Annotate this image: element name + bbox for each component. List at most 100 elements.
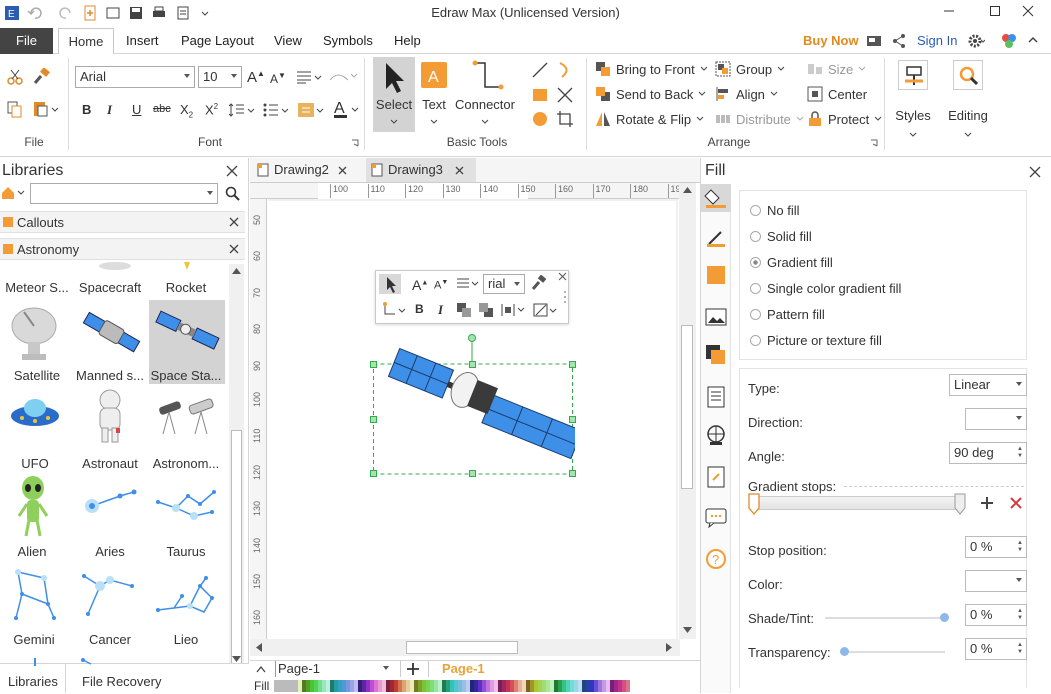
angle-stepper[interactable]: 90 deg ▲ ▼: [949, 442, 1027, 464]
side-shadow-icon[interactable]: [705, 264, 727, 286]
home-library-icon[interactable]: [0, 185, 28, 201]
taurus-constellation-shape[interactable]: [154, 484, 218, 524]
palette-swatch[interactable]: [582, 680, 586, 692]
bold-icon[interactable]: B: [82, 102, 91, 117]
palette-swatch[interactable]: [494, 680, 498, 692]
subscript-icon[interactable]: X2: [180, 102, 193, 120]
palette-swatch[interactable]: [434, 680, 438, 692]
palette-swatch[interactable]: [474, 680, 478, 692]
resize-handle[interactable]: [370, 470, 377, 477]
library-scroll-thumb[interactable]: [231, 430, 242, 665]
buy-now-link[interactable]: Buy Now: [803, 28, 859, 54]
shape-label[interactable]: Manned s...: [69, 368, 151, 383]
palette-swatch[interactable]: [590, 680, 594, 692]
palette-swatch[interactable]: [370, 680, 374, 692]
palette-swatch[interactable]: [558, 680, 562, 692]
arc-tool-icon[interactable]: [556, 61, 574, 79]
canvas-hscroll-thumb[interactable]: [406, 641, 518, 654]
shape-label[interactable]: Meteor S...: [0, 280, 78, 295]
menu-page-layout[interactable]: Page Layout: [181, 28, 254, 54]
grow-font-icon[interactable]: A▲: [247, 69, 265, 86]
type-select[interactable]: Linear: [949, 374, 1027, 396]
palette-swatch[interactable]: [422, 680, 426, 692]
shape-label[interactable]: UFO: [0, 456, 76, 471]
mini-group-icon[interactable]: [456, 302, 472, 318]
astronomer-telescope-shape[interactable]: [155, 398, 219, 438]
bullets-icon[interactable]: [262, 101, 290, 119]
palette-swatch[interactable]: [490, 680, 494, 692]
canvas-horizontal-scrollbar[interactable]: [250, 639, 680, 656]
add-page-icon[interactable]: [406, 662, 420, 676]
palette-swatch[interactable]: [610, 680, 614, 692]
format-painter-icon[interactable]: [32, 68, 50, 86]
palette-swatch[interactable]: [430, 680, 434, 692]
menu-help[interactable]: Help: [394, 28, 421, 54]
bring-to-front-button[interactable]: Bring to Front: [595, 61, 708, 77]
mini-italic-icon[interactable]: I: [438, 302, 443, 318]
crop-tool-icon[interactable]: [556, 110, 574, 128]
cart-icon[interactable]: [866, 33, 882, 49]
superscript-icon[interactable]: X2: [205, 102, 218, 117]
mini-toolbar-grip-icon[interactable]: [563, 289, 567, 305]
palette-swatch[interactable]: [274, 680, 278, 692]
shape-label[interactable]: Rocket: [145, 280, 227, 295]
side-attachment-icon[interactable]: [705, 466, 727, 488]
palette-swatch[interactable]: [458, 680, 462, 692]
tab-drawing2[interactable]: Drawing2: [252, 158, 360, 182]
mini-grow-font-icon[interactable]: A▲: [412, 277, 428, 293]
mini-line-style-icon[interactable]: [532, 301, 558, 319]
palette-swatch[interactable]: [598, 680, 602, 692]
shape-label[interactable]: Space Sta...: [145, 368, 227, 383]
palette-swatch[interactable]: [530, 680, 534, 692]
remove-gradient-stop-icon[interactable]: [1009, 496, 1023, 510]
selected-satellite-shape[interactable]: [370, 333, 576, 477]
palette-swatch[interactable]: [622, 680, 626, 692]
cut-icon[interactable]: [6, 68, 24, 86]
gemini-constellation-shape[interactable]: [10, 568, 60, 622]
palette-swatch[interactable]: [570, 680, 574, 692]
palette-swatch[interactable]: [378, 680, 382, 692]
side-comment-icon[interactable]: [705, 506, 727, 528]
shape-label[interactable]: Satellite: [0, 368, 78, 383]
close-category-icon[interactable]: [229, 244, 239, 254]
align-button[interactable]: Align: [715, 86, 778, 102]
font-dialog-launcher-icon[interactable]: [351, 139, 359, 147]
size-button[interactable]: Size: [807, 61, 866, 77]
resize-handle[interactable]: [569, 361, 576, 368]
mini-align-icon[interactable]: [456, 277, 480, 291]
alien-shape[interactable]: [16, 476, 50, 538]
text-highlight-icon[interactable]: [297, 101, 325, 119]
palette-swatch[interactable]: [350, 680, 354, 692]
palette-swatch[interactable]: [394, 680, 398, 692]
palette-swatch[interactable]: [462, 680, 466, 692]
font-size-select[interactable]: 10: [198, 66, 242, 88]
library-search-input[interactable]: [30, 183, 218, 204]
library-scrollbar[interactable]: [229, 264, 244, 666]
palette-swatch[interactable]: [618, 680, 622, 692]
minimize-icon[interactable]: [926, 0, 972, 22]
gradient-stops-bar[interactable]: [750, 496, 960, 510]
side-page-icon[interactable]: [705, 386, 727, 408]
palette-swatch[interactable]: [450, 680, 454, 692]
menu-symbols[interactable]: Symbols: [323, 28, 373, 54]
leo-constellation-shape[interactable]: [154, 574, 218, 618]
ufo-shape[interactable]: [10, 394, 60, 434]
strikethrough-icon[interactable]: abc: [153, 103, 171, 115]
side-globe-icon[interactable]: [705, 424, 727, 446]
transparency-slider[interactable]: [840, 647, 945, 656]
palette-swatch[interactable]: [390, 680, 394, 692]
palette-swatch[interactable]: [602, 680, 606, 692]
mini-toolbar-close-icon[interactable]: [558, 272, 567, 281]
palette-swatch[interactable]: [534, 680, 538, 692]
crosshair-tool-icon[interactable]: [556, 86, 574, 104]
side-image-icon[interactable]: [705, 306, 727, 328]
mini-connector-icon[interactable]: [382, 301, 406, 319]
manned-spacecraft-shape[interactable]: [80, 306, 142, 360]
resize-handle[interactable]: [569, 470, 576, 477]
palette-swatch[interactable]: [346, 680, 350, 692]
color-palette-strip[interactable]: [274, 680, 630, 692]
palette-swatch[interactable]: [306, 680, 310, 692]
mini-font-select[interactable]: rial: [483, 274, 525, 294]
shrink-font-icon[interactable]: A▼: [270, 71, 286, 86]
palette-swatch[interactable]: [314, 680, 318, 692]
